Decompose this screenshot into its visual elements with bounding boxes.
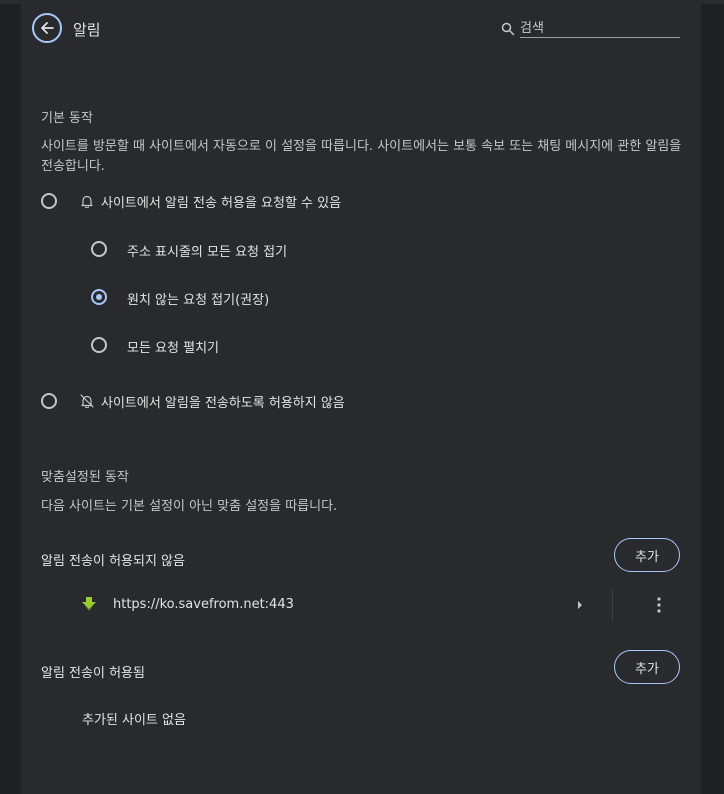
radio-collapse-unwanted[interactable] (91, 289, 107, 305)
back-button[interactable] (32, 13, 62, 43)
custom-behavior-description: 다음 사이트는 기본 설정이 아닌 맞춤 설정을 따릅니다. (41, 499, 338, 514)
radio-collapse-all[interactable] (91, 241, 107, 257)
chevron-right-icon[interactable] (576, 600, 584, 610)
bell-icon (81, 195, 93, 208)
radio-ask-permission[interactable] (41, 193, 57, 209)
row-divider (612, 589, 613, 621)
settings-card: 알림 기본 동작 사이트를 방문할 때 사이트에서 자동으로 이 설정을 따릅니… (21, 0, 701, 794)
default-behavior-title: 기본 동작 (41, 111, 93, 126)
add-allowed-site-button[interactable]: 추가 (614, 650, 680, 684)
add-blocked-site-button[interactable]: 추가 (614, 538, 680, 572)
sub-option-collapse-all-label: 주소 표시줄의 모든 요청 접기 (127, 245, 288, 260)
option-ask-label: 사이트에서 알림 전송 허용을 요청할 수 있음 (101, 196, 342, 211)
sub-option-collapse-unwanted-label: 원치 않는 요청 접기(권장) (127, 293, 270, 308)
sub-option-expand-all-label: 모든 요청 펼치기 (127, 341, 219, 356)
search-input[interactable] (520, 20, 680, 38)
option-block-label: 사이트에서 알림을 전송하도록 허용하지 않음 (101, 396, 345, 411)
page-header: 알림 (21, 0, 701, 58)
radio-block-notifications[interactable] (41, 393, 57, 409)
arrow-left-icon (41, 22, 54, 34)
blocked-list-title: 알림 전송이 허용되지 않음 (41, 554, 185, 569)
default-behavior-description: 사이트를 방문할 때 사이트에서 자동으로 이 설정을 따릅니다. 사이트에서는… (41, 139, 682, 174)
custom-behavior-title: 맞춤설정된 동작 (41, 470, 129, 485)
search-icon (501, 22, 515, 36)
search-box[interactable] (501, 20, 681, 38)
page-title: 알림 (73, 21, 101, 39)
blocked-site-url[interactable]: https://ko.savefrom.net:443 (113, 597, 294, 612)
more-vert-icon[interactable] (655, 596, 663, 614)
bell-off-icon (80, 394, 94, 408)
radio-expand-all[interactable] (91, 337, 107, 353)
allowed-list-title: 알림 전송이 허용됨 (41, 666, 145, 681)
allowed-empty-text: 추가된 사이트 없음 (82, 713, 186, 728)
savefrom-favicon-icon (82, 597, 96, 611)
blocked-site-row[interactable]: https://ko.savefrom.net:443 (21, 585, 701, 625)
